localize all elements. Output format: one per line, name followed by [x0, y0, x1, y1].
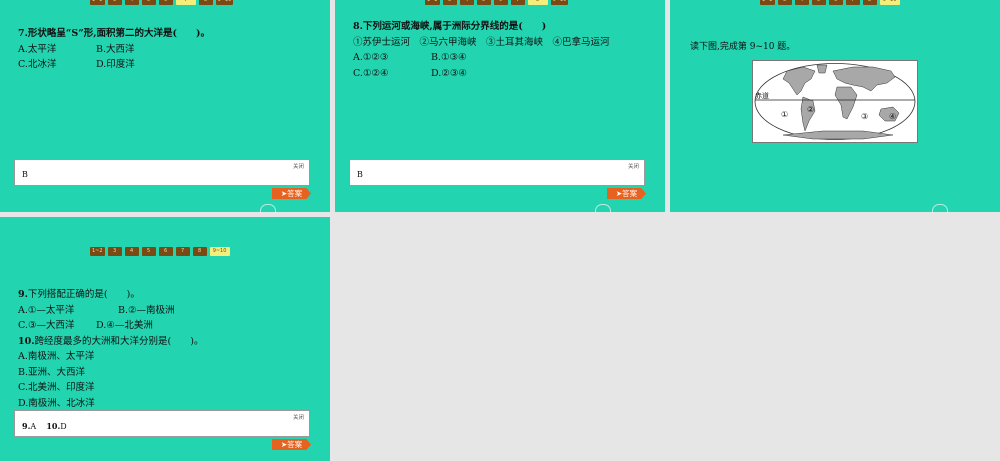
question-text: 7.形状略呈“S”形,面积第二的大洋是( )。: [18, 28, 211, 39]
question-nav: 1~2 3 4 5 6 7 8 9~10: [90, 0, 234, 5]
map-marker-2: ②: [807, 105, 814, 114]
option-b: B.①③④: [431, 52, 467, 63]
map-marker-3: ③: [861, 112, 868, 121]
slide-map-intro: 1~2 3 4 5 6 7 8 9~10 读下图,完成第 9~10 题。 赤道 …: [670, 0, 1000, 212]
q9-option-b: B.②—南极洲: [118, 304, 175, 316]
bottom-tab-icon: [595, 204, 611, 212]
nav-item-3[interactable]: 3: [107, 0, 122, 5]
nav-item-9-10[interactable]: 9~10: [550, 0, 569, 5]
answer-box: 关闭 B: [14, 159, 310, 186]
nav-item-3[interactable]: 3: [777, 0, 792, 5]
question-text: 8.下列运河或海峡,属于洲际分界线的是( ): [353, 21, 547, 32]
nav-item-9-10[interactable]: 9~10: [215, 0, 234, 5]
nav-item-4[interactable]: 4: [459, 0, 474, 5]
show-answer-button[interactable]: ➤答案: [272, 188, 311, 199]
map-marker-4: ④: [889, 112, 896, 121]
question-9-text: 9.下列搭配正确的是( )。: [18, 289, 140, 300]
nav-item-7[interactable]: 7: [175, 0, 196, 5]
option-c: C.北冰洋: [18, 59, 57, 70]
nav-item-3[interactable]: 3: [107, 247, 122, 256]
question-nav: 1~2 3 4 5 6 7 8 9~10: [425, 0, 569, 5]
world-map-image: 赤道 ① ② ③ ④: [754, 63, 916, 140]
nav-item-3[interactable]: 3: [442, 0, 457, 5]
option-b: B.大西洋: [96, 43, 135, 55]
answer-text: 9.A 10.D: [22, 421, 67, 431]
slide-question-7: 1~2 3 4 5 6 7 8 9~10 7.形状略呈“S”形,面积第二的大洋是…: [0, 0, 330, 212]
q9-option-a: A.①—太平洋: [18, 304, 75, 316]
bottom-tab-icon: [260, 204, 276, 212]
options-list: ①苏伊士运河 ②马六甲海峡 ③土耳其海峡 ④巴拿马运河: [353, 36, 610, 48]
question-block: 9.下列搭配正确的是( )。 A.①—太平洋 B.②—南极洲 C.③—大西洋 D.④…: [18, 287, 203, 411]
slide-question-9-10: 1~2 3 4 5 6 7 8 9~10 9.下列搭配正确的是( )。 A.①—…: [0, 217, 330, 461]
close-button[interactable]: 关闭: [293, 413, 304, 421]
nav-item-6[interactable]: 6: [158, 0, 173, 5]
q10-option-a: A.南极洲、太平洋: [18, 351, 95, 362]
show-answer-button[interactable]: ➤答案: [607, 188, 646, 199]
option-d: D.②③④: [431, 67, 467, 79]
question-block: 7.形状略呈“S”形,面积第二的大洋是( )。 A.太平洋 B.大西洋 C.北冰洋…: [18, 26, 210, 73]
nav-item-5[interactable]: 5: [811, 0, 826, 5]
q9-option-d: D.④—北美洲: [96, 320, 153, 331]
close-button[interactable]: 关闭: [293, 162, 304, 170]
option-c: C.①②④: [353, 67, 389, 79]
answer-box: 关闭 9.A 10.D: [14, 410, 310, 437]
answer-box: 关闭 B: [349, 159, 645, 186]
q9-option-c: C.③—大西洋: [18, 320, 75, 331]
nav-item-6[interactable]: 6: [828, 0, 843, 5]
question-block: 8.下列运河或海峡,属于洲际分界线的是( ) ①苏伊士运河 ②马六甲海峡 ③土耳…: [353, 19, 610, 81]
question-nav: 1~2 3 4 5 6 7 8 9~10: [90, 247, 230, 256]
nav-item-5[interactable]: 5: [476, 0, 491, 5]
nav-item-6[interactable]: 6: [158, 247, 173, 256]
nav-item-4[interactable]: 4: [124, 0, 139, 5]
option-d: D.印度洋: [96, 59, 135, 70]
answer-text: B: [357, 170, 363, 179]
option-a: A.太平洋: [18, 43, 57, 55]
answer-text: B: [22, 170, 28, 179]
q10-option-c: C.北美洲、印度洋: [18, 382, 95, 393]
nav-item-8[interactable]: 8: [527, 0, 548, 5]
world-map: 赤道 ① ② ③ ④: [752, 60, 918, 143]
nav-item-9-10[interactable]: 9~10: [209, 247, 230, 256]
nav-item-7[interactable]: 7: [175, 247, 190, 256]
nav-item-1-2[interactable]: 1~2: [90, 247, 105, 256]
question-nav: 1~2 3 4 5 6 7 8 9~10: [760, 0, 900, 5]
bottom-tab-icon: [932, 204, 948, 212]
close-button[interactable]: 关闭: [628, 162, 639, 170]
nav-item-7[interactable]: 7: [845, 0, 860, 5]
map-marker-1: ①: [781, 110, 788, 119]
nav-item-8[interactable]: 8: [192, 247, 207, 256]
nav-item-6[interactable]: 6: [493, 0, 508, 5]
map-intro-text: 读下图,完成第 9~10 题。: [690, 42, 796, 52]
nav-item-7[interactable]: 7: [510, 0, 525, 5]
q10-option-d: D.南极洲、北冰洋: [18, 397, 95, 409]
option-a: A.①②③: [353, 52, 389, 63]
nav-item-4[interactable]: 4: [794, 0, 809, 5]
q10-option-b: B.亚洲、大西洋: [18, 366, 86, 378]
question-10-text: 10.跨经度最多的大洲和大洋分别是( )。: [18, 335, 204, 347]
slide-question-8: 1~2 3 4 5 6 7 8 9~10 8.下列运河或海峡,属于洲际分界线的是…: [335, 0, 665, 212]
map-equator-label: 赤道: [755, 91, 769, 100]
show-answer-button[interactable]: ➤答案: [272, 439, 311, 450]
nav-item-1-2[interactable]: 1~2: [425, 0, 440, 5]
nav-item-5[interactable]: 5: [141, 247, 156, 256]
nav-item-4[interactable]: 4: [124, 247, 139, 256]
nav-item-8[interactable]: 8: [862, 0, 877, 5]
nav-item-5[interactable]: 5: [141, 0, 156, 5]
nav-item-1-2[interactable]: 1~2: [760, 0, 775, 5]
nav-item-8[interactable]: 8: [198, 0, 213, 5]
nav-item-9-10[interactable]: 9~10: [879, 0, 900, 5]
nav-item-1-2[interactable]: 1~2: [90, 0, 105, 5]
